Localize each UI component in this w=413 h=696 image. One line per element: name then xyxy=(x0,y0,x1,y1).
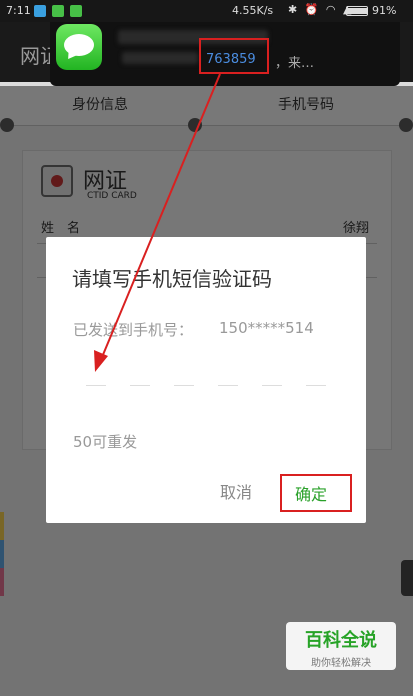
code-highlight-box xyxy=(199,38,269,74)
dialog-title: 请填写手机短信验证码 xyxy=(72,267,272,291)
status-bar: 7:11 4.55K/s ✱ ⏰ ◠ ▲ 91% xyxy=(0,0,413,22)
battery-icon xyxy=(346,6,368,16)
message-icon xyxy=(52,5,64,17)
network-speed: 4.55K/s xyxy=(232,4,274,17)
watermark-subtitle: 助你轻松解决 xyxy=(311,658,371,669)
code-input-slot[interactable] xyxy=(218,385,238,386)
status-icons: ✱ ⏰ ◠ ▲ xyxy=(288,3,354,16)
code-input-slot[interactable] xyxy=(174,385,194,386)
resend-countdown[interactable]: 50可重发 xyxy=(73,431,137,452)
message-icon xyxy=(70,5,82,17)
code-input-slot[interactable] xyxy=(86,385,106,386)
notification-app-icon xyxy=(34,5,46,17)
message-icon xyxy=(56,24,102,70)
watermark-title: 百科全说 xyxy=(305,630,377,651)
cancel-button[interactable]: 取消 xyxy=(220,479,252,503)
phone-label: 已发送到手机号： xyxy=(73,321,194,339)
phone-number: 150*****514 xyxy=(219,319,314,337)
notification-suffix: ，来… xyxy=(275,56,315,71)
confirm-highlight-box xyxy=(280,474,352,512)
status-time: 7:11 xyxy=(6,4,31,17)
code-input-slot[interactable] xyxy=(262,385,282,386)
watermark: 百科全说 助你轻松解决 xyxy=(286,622,396,670)
battery-percent: 91% xyxy=(372,4,397,17)
code-input-slot[interactable] xyxy=(306,385,326,386)
code-input-slot[interactable] xyxy=(130,385,150,386)
notification-text-redacted xyxy=(122,52,198,64)
